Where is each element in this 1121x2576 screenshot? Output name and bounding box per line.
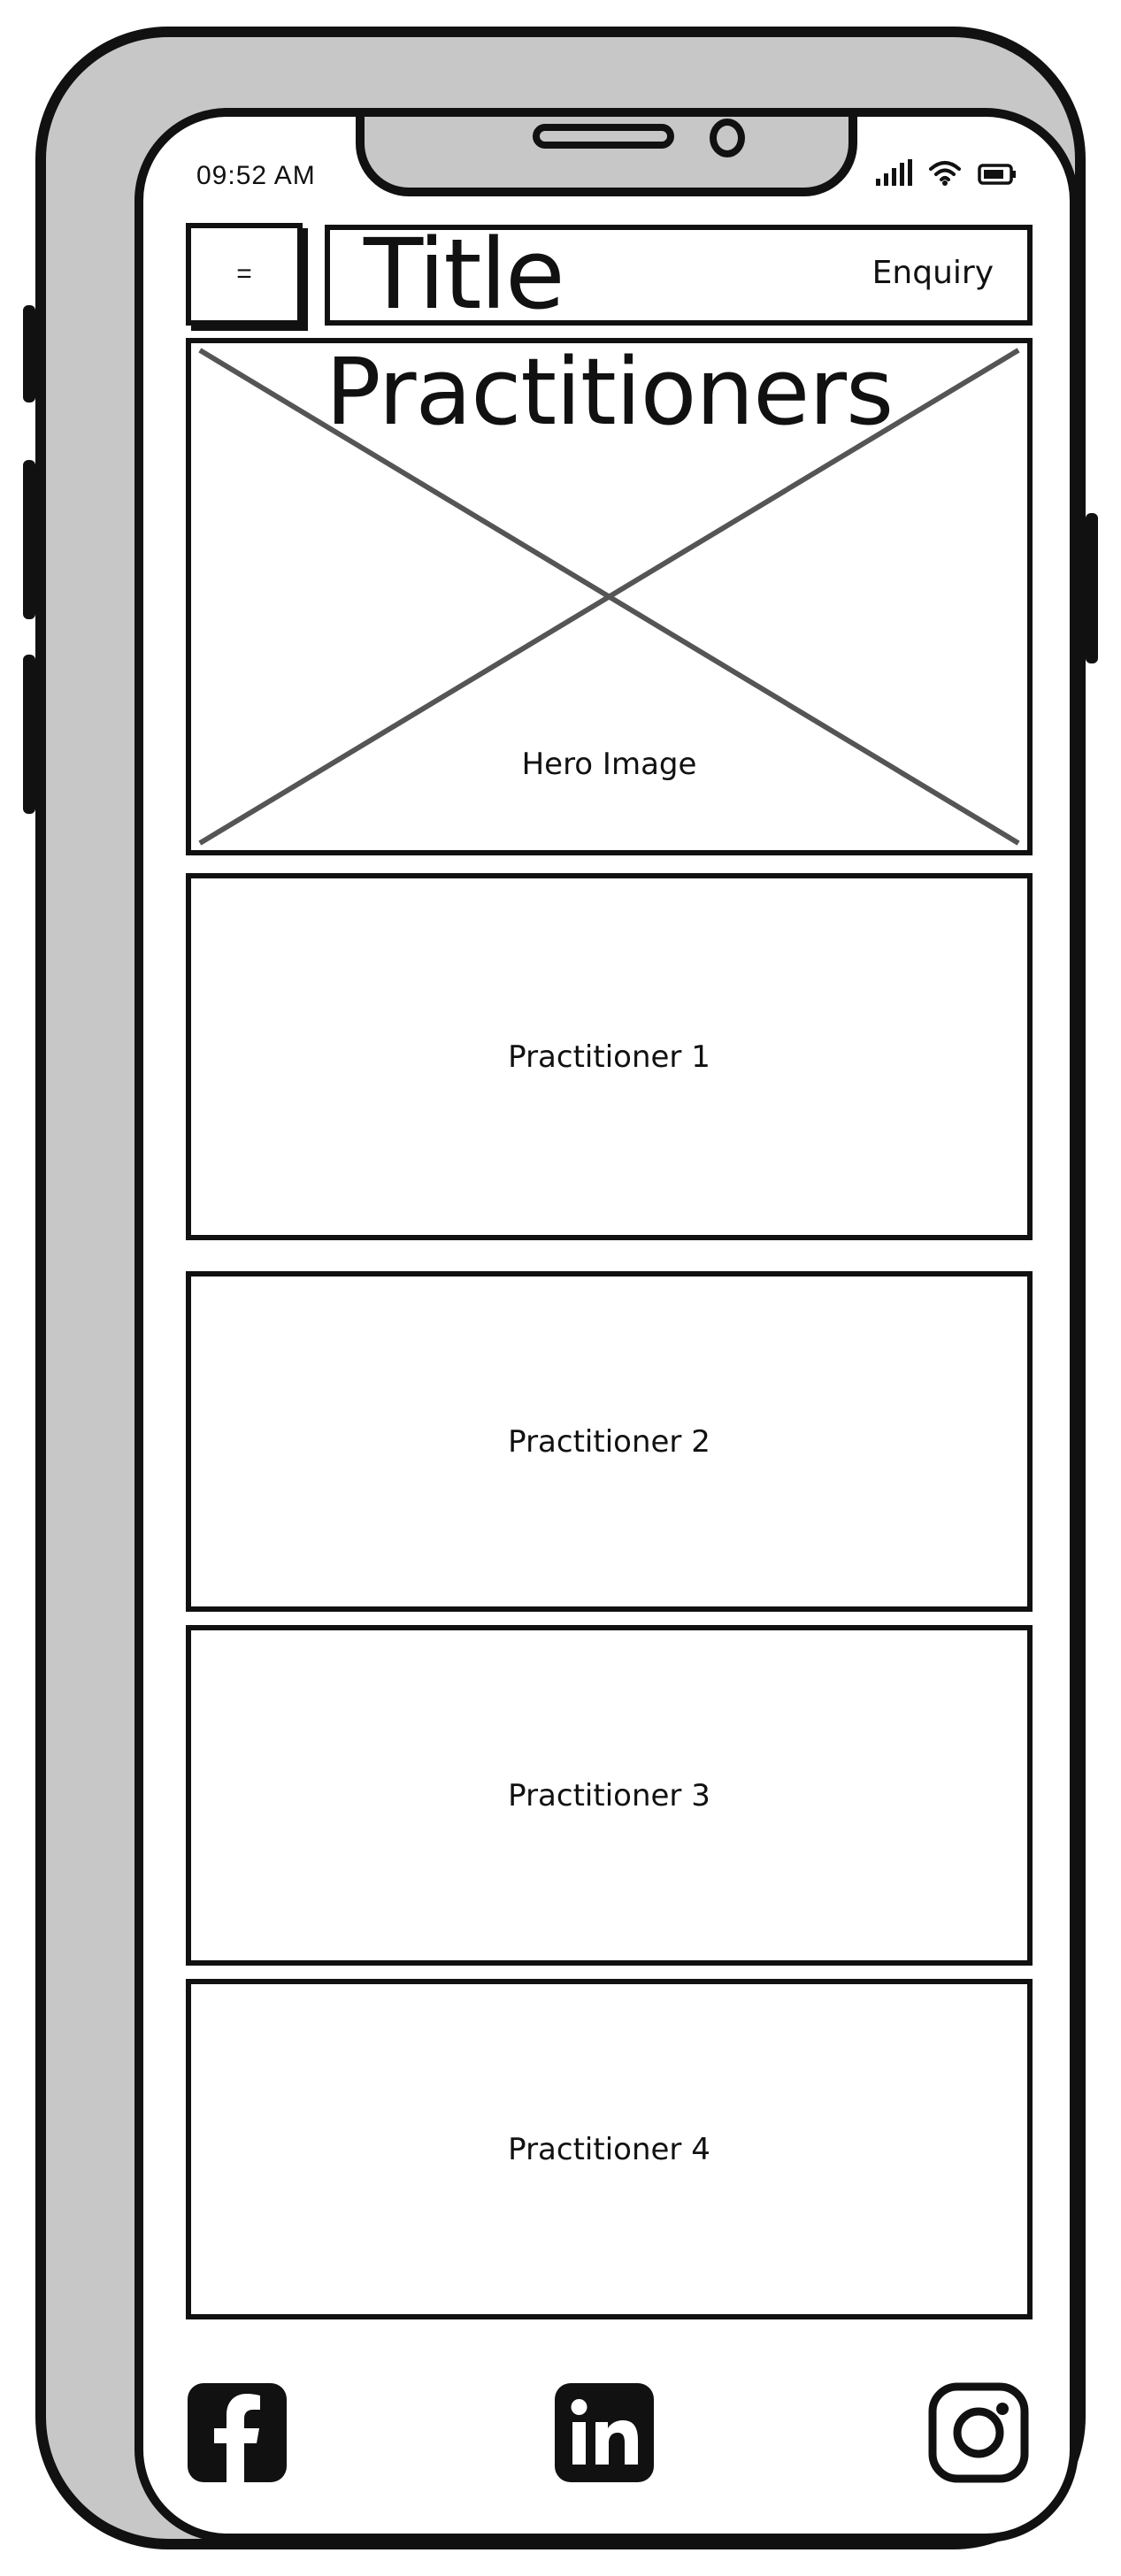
practitioner-card-4[interactable]: Practitioner 4 <box>186 1979 1033 2319</box>
status-time: 09:52 AM <box>196 161 316 190</box>
hero-image-placeholder: Practitioners Hero Image <box>186 338 1033 855</box>
battery-icon <box>978 163 1017 186</box>
instagram-icon[interactable] <box>927 2381 1030 2484</box>
practitioner-card-label: Practitioner 3 <box>508 1777 710 1813</box>
volume-down-button <box>23 655 35 814</box>
signal-icon <box>876 159 912 186</box>
volume-up-button <box>23 460 35 619</box>
header-bar: Title Enquiry <box>325 221 1033 328</box>
hero-image-caption: Hero Image <box>521 747 697 782</box>
facebook-icon[interactable] <box>186 2381 288 2484</box>
power-button <box>1086 513 1098 663</box>
practitioner-card-1[interactable]: Practitioner 1 <box>186 873 1033 1240</box>
hero-heading: Practitioners <box>325 338 894 446</box>
practitioner-card-label: Practitioner 2 <box>508 1423 710 1460</box>
page-title: Title <box>364 218 565 331</box>
status-icons <box>876 159 1017 186</box>
menu-icon: = <box>236 259 252 288</box>
silent-switch <box>23 305 35 402</box>
practitioner-card-label: Practitioner 4 <box>508 2131 710 2167</box>
practitioner-card-2[interactable]: Practitioner 2 <box>186 1271 1033 1612</box>
practitioner-card-label: Practitioner 1 <box>508 1039 710 1075</box>
wifi-icon <box>928 159 962 186</box>
enquiry-link[interactable]: Enquiry <box>872 255 994 291</box>
notch <box>356 117 857 196</box>
practitioner-card-3[interactable]: Practitioner 3 <box>186 1625 1033 1966</box>
camera-icon <box>710 119 745 157</box>
phone-frame: 09:52 AM = Title Enquiry Practitioners H… <box>35 27 1086 2549</box>
phone-screen: 09:52 AM = Title Enquiry Practitioners H… <box>134 108 1079 2542</box>
menu-button[interactable]: = <box>186 223 308 331</box>
speaker-grille <box>533 124 674 149</box>
linkedin-icon[interactable] <box>553 2381 656 2484</box>
